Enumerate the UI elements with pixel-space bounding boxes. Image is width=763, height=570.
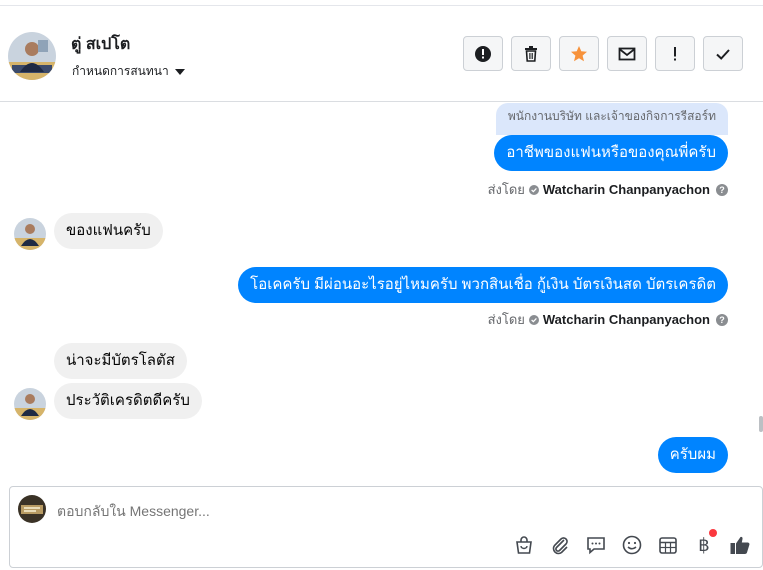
star-button[interactable] xyxy=(559,36,599,71)
chat-bubble-icon xyxy=(587,537,605,555)
outgoing-message[interactable]: อาชีพของแฟนหรือของคุณพี่ครับ xyxy=(494,135,728,171)
delete-button[interactable] xyxy=(511,36,551,71)
like-button[interactable] xyxy=(728,533,752,557)
sent-by-info: ส่งโดย Watcharin Chanpanyachon ? xyxy=(488,179,728,200)
incoming-message[interactable]: ของแฟนครับ xyxy=(54,213,163,249)
conversation-header: ตู่ สเปโต กำหนดการสนทนา xyxy=(0,6,763,102)
contact-avatar-small[interactable] xyxy=(14,218,46,250)
envelope-icon xyxy=(618,47,636,60)
assign-conversation-dropdown[interactable]: กำหนดการสนทนา xyxy=(72,62,185,81)
paperclip-icon xyxy=(552,537,568,555)
contact-name[interactable]: ตู่ สเปโต xyxy=(71,32,130,57)
emoji-button[interactable] xyxy=(620,533,644,557)
mark-spam-button[interactable] xyxy=(463,36,503,71)
sent-by-label: ส่งโดย xyxy=(487,312,525,327)
outgoing-message[interactable]: โอเคครับ มีผ่อนอะไรอยู่ไหมครับ พวกสินเชื… xyxy=(238,267,728,303)
sent-by-label: ส่งโดย xyxy=(487,182,525,197)
contact-avatar[interactable] xyxy=(8,32,56,80)
follow-up-button[interactable] xyxy=(655,36,695,71)
scrollbar-thumb[interactable] xyxy=(759,416,763,432)
outgoing-message[interactable]: ครับผม xyxy=(657,437,728,473)
saved-replies-button[interactable] xyxy=(584,533,608,557)
mark-done-button[interactable] xyxy=(703,36,743,71)
smiley-icon xyxy=(622,535,642,555)
reply-composer: ฿ xyxy=(9,486,763,568)
payment-button[interactable]: ฿ xyxy=(692,529,717,557)
assign-label: กำหนดการสนทนา xyxy=(72,64,169,78)
help-icon[interactable]: ? xyxy=(716,183,728,196)
incoming-message[interactable]: น่าจะมีบัตรโลตัส xyxy=(54,343,187,379)
star-icon xyxy=(571,45,587,61)
baht-icon: ฿ xyxy=(698,534,710,556)
reply-input[interactable] xyxy=(57,503,657,519)
trash-icon xyxy=(525,45,537,62)
exclamation-circle-icon xyxy=(475,45,491,62)
sent-by-name[interactable]: Watcharin Chanpanyachon xyxy=(543,312,710,327)
caret-down-icon xyxy=(174,68,185,75)
sent-by-info: ส่งโดย Watcharin Chanpanyachon ? xyxy=(488,309,728,330)
message-context-note: พนักงานบริษัท และเจ้าของกิจการรีสอร์ท xyxy=(495,103,728,135)
verified-icon xyxy=(528,314,539,325)
thumbs-up-icon xyxy=(730,536,750,554)
page-avatar xyxy=(18,495,46,523)
action-toolbar xyxy=(463,36,743,71)
verified-icon xyxy=(528,184,539,195)
mark-unread-button[interactable] xyxy=(607,36,647,71)
exclamation-icon xyxy=(674,46,676,60)
contact-avatar-small[interactable] xyxy=(14,388,46,420)
message-thread[interactable]: พนักงานบริษัท และเจ้าของกิจการรีสอร์ท อา… xyxy=(0,102,763,482)
composer-toolbar: ฿ xyxy=(512,529,752,557)
checkmark-icon xyxy=(716,48,730,60)
notification-dot xyxy=(709,529,717,537)
appointment-button[interactable] xyxy=(656,533,680,557)
shopping-bag-icon xyxy=(516,536,532,554)
calendar-icon xyxy=(659,537,677,554)
incoming-message[interactable]: ประวัติเครดิตดีครับ xyxy=(54,383,202,419)
sent-by-name[interactable]: Watcharin Chanpanyachon xyxy=(543,182,710,197)
shop-button[interactable] xyxy=(512,533,536,557)
help-icon[interactable]: ? xyxy=(716,313,728,326)
attach-button[interactable] xyxy=(548,533,572,557)
